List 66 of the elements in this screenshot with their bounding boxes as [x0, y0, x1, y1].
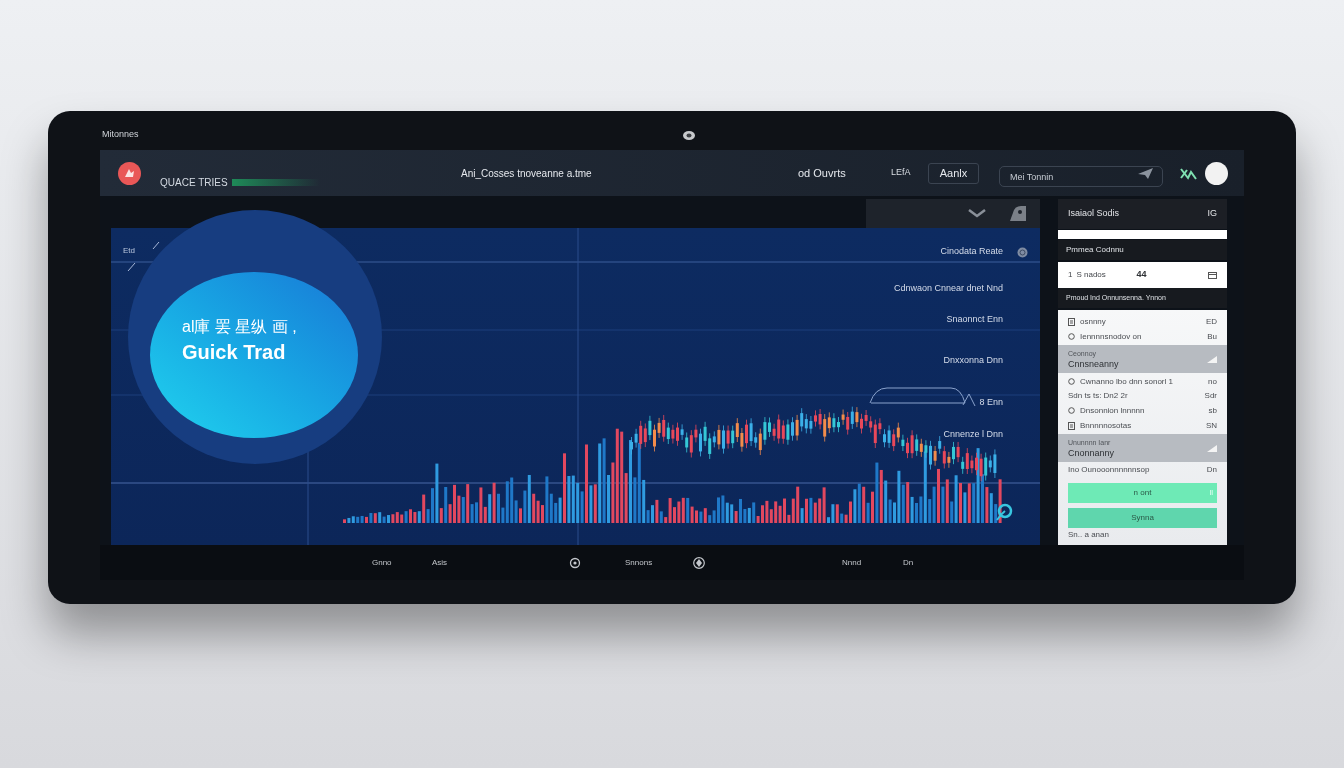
corner-label: Etd: [123, 245, 135, 257]
badge-title: Guick Trad: [182, 340, 286, 365]
device-label: Mitonnes: [102, 128, 140, 142]
list-item-value: ED: [1205, 315, 1217, 328]
list-item-label: Iennnnsnodov on: [1080, 330, 1143, 343]
language-link[interactable]: LEfA: [891, 166, 928, 180]
sidebar-title: Isaiaol Sodis: [1068, 207, 1120, 221]
list-item-value: Bu: [1207, 330, 1217, 343]
list-item-label: Sn.. a anan: [1068, 529, 1110, 541]
header-tagline: Ani_Cosses tnoveanne a.tme: [461, 166, 593, 181]
footer-label: Snnons: [625, 556, 654, 569]
signal-icon: [1207, 444, 1217, 452]
list-item-label: Dnsonnion lnnnnn: [1080, 404, 1146, 417]
footer-label: Asis: [432, 556, 449, 569]
list-item-value: SN: [1205, 419, 1217, 432]
header-button[interactable]: Aanlx: [928, 162, 979, 184]
action-button[interactable]: n ont ll: [1068, 483, 1217, 503]
clipboard-icon: [1068, 421, 1075, 430]
badge-subtitle: al庫 罢 星纵 画 ,: [182, 317, 297, 337]
price-label: Snaonnct Enn: [946, 313, 1003, 327]
logo-icon: [118, 161, 141, 185]
circle-icon: [1068, 378, 1075, 385]
selector-panel[interactable]: 1 S nados 44: [1058, 262, 1227, 288]
tag-icon[interactable]: [1008, 206, 1026, 221]
input-field[interactable]: [1058, 230, 1227, 239]
price-label: Cdnwaon Cnnear dnet Nnd: [893, 282, 1003, 296]
menu-link[interactable]: od Ouvrts: [798, 164, 891, 182]
price-label: 8 Enn: [979, 396, 1003, 410]
list-item-value: Dn: [1206, 464, 1217, 476]
camera-icon: [683, 130, 695, 140]
list-item-label: Ino Ounooonnnnnnsop: [1068, 464, 1151, 476]
price-label: Dnxxonna Dnn: [943, 354, 1003, 368]
target-icon[interactable]: [569, 556, 581, 569]
footer-label: Nnnd: [842, 556, 863, 569]
list-item-label: Cwnanno lbo dnn sonorl 1: [1080, 375, 1174, 388]
list-item-label: osnnny: [1080, 315, 1107, 328]
footer-label: Gnno: [372, 556, 393, 569]
circle-icon: [1068, 333, 1075, 340]
list-item-label: Bnnnnnosotas: [1080, 419, 1133, 432]
sidebar-code-text: IG: [1207, 207, 1217, 221]
send-icon[interactable]: [1138, 167, 1153, 179]
search-field[interactable]: Mei Tonnin: [999, 166, 1163, 187]
calendar-icon[interactable]: [1208, 271, 1217, 279]
footer-label: Dn: [903, 556, 914, 569]
signal-icon: [1207, 355, 1217, 363]
circle-icon: [1068, 407, 1075, 414]
avatar-icon[interactable]: [1205, 161, 1228, 185]
app-name: QUACE TRIES: [160, 175, 228, 190]
selector-count: 1: [1068, 269, 1073, 281]
list-item-value: Sdr: [1204, 390, 1217, 402]
section-title: Pmmea Codnnu: [1066, 244, 1124, 256]
action-button[interactable]: Synna: [1068, 508, 1217, 528]
list-item-value: sb: [1208, 404, 1217, 417]
price-label: Cnnenze l Dnn: [943, 428, 1003, 442]
trend-icon[interactable]: [1180, 166, 1197, 180]
clipboard-icon: [1068, 317, 1075, 326]
chevron-down-icon[interactable]: [968, 209, 986, 218]
price-label: Cinodata Reate: [940, 245, 1003, 259]
group-title: Cnonnanny: [1068, 448, 1115, 459]
list-item-label: Sdn ts ts: Dn2 2r: [1068, 390, 1129, 402]
group-title: Cnnsneanny: [1068, 359, 1119, 370]
list-item-value: no: [1208, 375, 1217, 388]
selector-label: S nados: [1076, 269, 1107, 281]
selector-value: 44: [1136, 268, 1148, 282]
disc-icon: [1017, 246, 1028, 258]
diamond-icon[interactable]: [693, 556, 705, 569]
